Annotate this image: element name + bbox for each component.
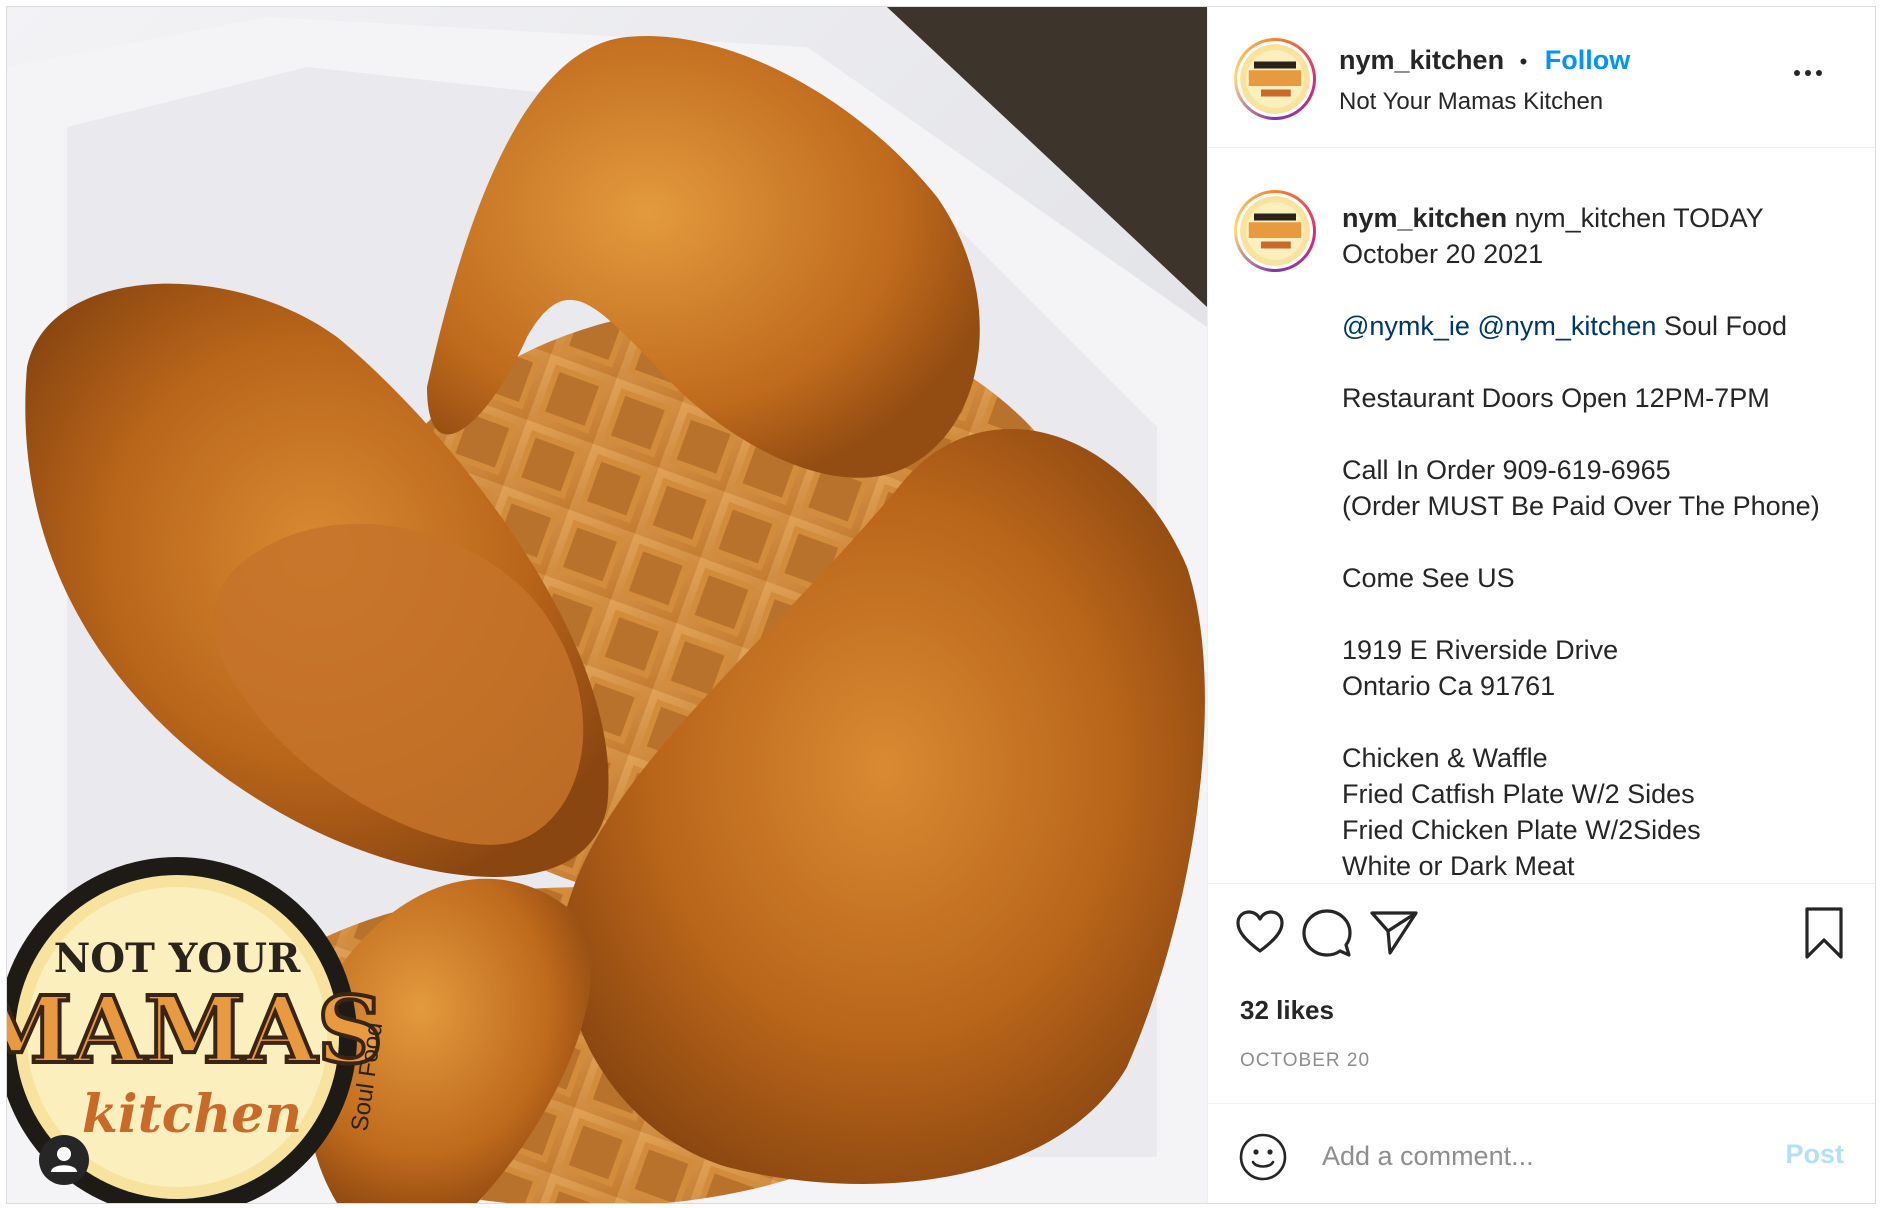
caption-line: Chicken & Waffle <box>1342 743 1548 773</box>
caption-line: White or Dark Meat <box>1342 851 1575 881</box>
post-image[interactable]: NOT YOUR MAMAS kitchen Soul Food <box>7 7 1207 1203</box>
caption-line <box>1342 704 1862 740</box>
share-icon[interactable] <box>1368 907 1420 959</box>
likes-count[interactable]: 32 likes <box>1240 995 1334 1026</box>
caption-line <box>1342 272 1862 308</box>
caption-line: @nymk_ie @nym_kitchen Soul Food <box>1342 311 1788 341</box>
caption-line: Come See US <box>1342 563 1515 593</box>
food-photo: NOT YOUR MAMAS kitchen Soul Food <box>7 7 1207 1203</box>
post-date[interactable]: OCTOBER 20 <box>1240 1050 1370 1072</box>
caption-area: nym_kitchen nym_kitchen TODAY October 20… <box>1208 149 1875 884</box>
post-caption: nym_kitchen nym_kitchen TODAY October 20… <box>1342 200 1862 883</box>
svg-text:kitchen: kitchen <box>82 1084 302 1145</box>
post-sidebar: nym_kitchen • Follow Not Your Mamas Kitc… <box>1207 7 1875 1203</box>
caption-line <box>1342 596 1862 632</box>
caption-line: Ontario Ca 91761 <box>1342 671 1556 701</box>
comment-icon[interactable] <box>1301 907 1353 959</box>
caption-line <box>1342 524 1862 560</box>
post-header: nym_kitchen • Follow Not Your Mamas Kitc… <box>1208 7 1875 148</box>
caption-line: nym_kitchen nym_kitchen TODAY <box>1342 203 1764 233</box>
bookmark-icon[interactable] <box>1798 905 1850 959</box>
caption-line: 1919 E Riverside Drive <box>1342 635 1619 665</box>
tagged-user-icon[interactable] <box>39 1135 89 1185</box>
caption-line: Fried Catfish Plate W/2 Sides <box>1342 779 1695 809</box>
post-comment-button[interactable]: Post <box>1785 1139 1844 1170</box>
avatar-logo-icon <box>1240 44 1310 114</box>
caption-line: Fried Chicken Plate W/2Sides <box>1342 815 1701 845</box>
avatar-logo-icon <box>1240 196 1310 266</box>
action-bar <box>1208 885 1875 980</box>
more-options-icon[interactable] <box>1794 63 1836 83</box>
comment-input[interactable] <box>1322 1134 1742 1178</box>
caption-avatar[interactable] <box>1234 190 1316 272</box>
separator-dot: • <box>1519 49 1528 74</box>
comment-bar: Post <box>1208 1103 1875 1203</box>
heart-icon[interactable] <box>1234 907 1286 959</box>
svg-text:MAMAS: MAMAS <box>7 976 383 1084</box>
svg-text:NOT YOUR: NOT YOUR <box>54 935 301 982</box>
header-username[interactable]: nym_kitchen <box>1339 45 1504 75</box>
caption-line: Restaurant Doors Open 12PM-7PM <box>1342 383 1770 413</box>
caption-username[interactable]: nym_kitchen <box>1342 203 1507 233</box>
caption-line <box>1342 416 1862 452</box>
caption-line: Call In Order 909-619-6965 <box>1342 455 1671 485</box>
follow-button[interactable]: Follow <box>1545 45 1630 75</box>
header-subtitle[interactable]: Not Your Mamas Kitchen <box>1339 88 1603 116</box>
mention-link[interactable]: @nymk_ie <box>1342 311 1470 341</box>
caption-line: (Order MUST Be Paid Over The Phone) <box>1342 491 1820 521</box>
avatar[interactable] <box>1234 38 1316 120</box>
caption-line: October 20 2021 <box>1342 239 1544 269</box>
caption-line <box>1342 344 1862 380</box>
emoji-icon[interactable] <box>1238 1132 1288 1182</box>
instagram-post: NOT YOUR MAMAS kitchen Soul Food nym_kit… <box>6 6 1876 1204</box>
mention-link[interactable]: @nym_kitchen <box>1477 311 1656 341</box>
